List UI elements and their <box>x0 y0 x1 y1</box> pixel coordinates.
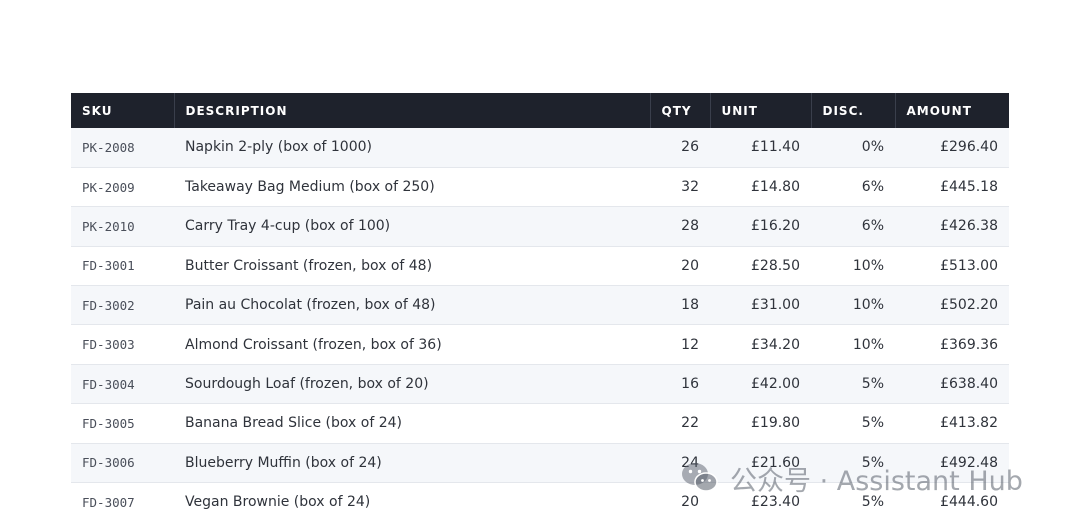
column-header-sku[interactable]: SKU <box>71 93 175 128</box>
cell-disc: 5% <box>861 494 884 511</box>
cell-description: Sourdough Loaf (frozen, box of 20) <box>185 376 429 393</box>
cell-qty: 12 <box>681 336 699 353</box>
cell-description: Butter Croissant (frozen, box of 48) <box>185 257 433 274</box>
column-header-unit[interactable]: UNIT <box>710 93 812 128</box>
cell-disc: 10% <box>852 297 884 314</box>
cell-sku: FD-3004 <box>82 376 135 392</box>
column-header-amount[interactable]: AMOUNT <box>895 93 1009 128</box>
column-header-description[interactable]: DESCRIPTION <box>174 93 651 128</box>
cell-qty: 28 <box>681 218 699 235</box>
cell-amount: £369.36 <box>940 336 998 353</box>
cell-qty: 20 <box>681 257 699 274</box>
cell-disc: 10% <box>852 336 884 353</box>
cell-amount: £444.60 <box>940 494 998 511</box>
cell-disc: 6% <box>861 179 884 196</box>
cell-description: Carry Tray 4-cup (box of 100) <box>185 218 391 235</box>
cell-unit: £11.40 <box>751 139 800 156</box>
cell-sku: FD-3005 <box>82 415 135 431</box>
cell-sku: FD-3003 <box>82 337 135 353</box>
cell-amount: £296.40 <box>940 139 998 156</box>
cell-disc: 10% <box>852 257 884 274</box>
cell-sku: FD-3002 <box>82 297 135 313</box>
cell-description: Takeaway Bag Medium (box of 250) <box>185 179 435 196</box>
cell-unit: £16.20 <box>751 218 800 235</box>
cell-description: Almond Croissant (frozen, box of 36) <box>185 336 442 353</box>
column-header-disc[interactable]: DISC. <box>811 93 896 128</box>
table-row[interactable]: FD-3002 Pain au Chocolat (frozen, box of … <box>71 285 1009 325</box>
cell-disc: 5% <box>861 376 884 393</box>
cell-description: Vegan Brownie (box of 24) <box>185 494 371 511</box>
cell-unit: £28.50 <box>751 257 800 274</box>
cell-amount: £502.20 <box>940 297 998 314</box>
table-row[interactable]: FD-3004 Sourdough Loaf (frozen, box of 20… <box>71 364 1009 404</box>
cell-amount: £413.82 <box>940 415 998 432</box>
cell-sku: PK-2008 <box>82 139 135 155</box>
cell-description: Blueberry Muffin (box of 24) <box>185 454 382 471</box>
cell-disc: 6% <box>861 218 884 235</box>
table-row[interactable]: FD-3003 Almond Croissant (frozen, box of … <box>71 324 1009 365</box>
cell-amount: £445.18 <box>940 179 998 196</box>
table-row[interactable]: FD-3001 Butter Croissant (frozen, box of … <box>71 246 1009 286</box>
cell-amount: £492.48 <box>940 454 998 471</box>
cell-sku: FD-3001 <box>82 258 135 274</box>
line-items-table: SKU DESCRIPTION QTY UNIT DISC. AMOUNT PK… <box>71 93 1009 520</box>
cell-qty: 18 <box>681 297 699 314</box>
cell-disc: 5% <box>861 415 884 432</box>
cell-sku: PK-2009 <box>82 179 135 195</box>
cell-sku: FD-3007 <box>82 494 135 510</box>
cell-unit: £21.60 <box>751 454 800 471</box>
table-row[interactable]: PK-2010 Carry Tray 4-cup (box of 100) 28 £1… <box>71 206 1009 247</box>
cell-unit: £34.20 <box>751 336 800 353</box>
cell-description: Napkin 2-ply (box of 1000) <box>185 139 372 156</box>
cell-amount: £426.38 <box>940 218 998 235</box>
cell-amount: £513.00 <box>940 257 998 274</box>
cell-qty: 24 <box>681 454 699 471</box>
table-row[interactable]: FD-3006 Blueberry Muffin (box of 24) 24 £21… <box>71 443 1009 483</box>
cell-qty: 22 <box>681 415 699 432</box>
table-header-row: SKU DESCRIPTION QTY UNIT DISC. AMOUNT <box>71 93 1009 128</box>
cell-qty: 26 <box>681 139 699 156</box>
table-row[interactable]: PK-2009 Takeaway Bag Medium (box of 250) 3… <box>71 167 1009 207</box>
cell-unit: £14.80 <box>751 179 800 196</box>
table-row[interactable]: FD-3007 Vegan Brownie (box of 24) 20 £23.40… <box>71 482 1009 520</box>
cell-disc: 5% <box>861 454 884 471</box>
cell-unit: £23.40 <box>751 494 800 511</box>
cell-qty: 32 <box>681 179 699 196</box>
column-header-qty[interactable]: QTY <box>650 93 711 128</box>
cell-unit: £42.00 <box>751 376 800 393</box>
table-row[interactable]: FD-3005 Banana Bread Slice (box of 24) 22 £… <box>71 403 1009 444</box>
line-items-table-container: SKU DESCRIPTION QTY UNIT DISC. AMOUNT PK… <box>71 93 1009 520</box>
cell-disc: 0% <box>861 139 884 156</box>
cell-description: Pain au Chocolat (frozen, box of 48) <box>185 297 436 314</box>
cell-amount: £638.40 <box>940 376 998 393</box>
table-row[interactable]: PK-2008 Napkin 2-ply (box of 1000) 26 £11.4… <box>71 128 1009 168</box>
cell-unit: £31.00 <box>751 297 800 314</box>
cell-unit: £19.80 <box>751 415 800 432</box>
cell-sku: FD-3006 <box>82 455 135 471</box>
cell-qty: 16 <box>681 376 699 393</box>
cell-sku: PK-2010 <box>82 218 135 234</box>
cell-description: Banana Bread Slice (box of 24) <box>185 415 402 432</box>
cell-qty: 20 <box>681 494 699 511</box>
